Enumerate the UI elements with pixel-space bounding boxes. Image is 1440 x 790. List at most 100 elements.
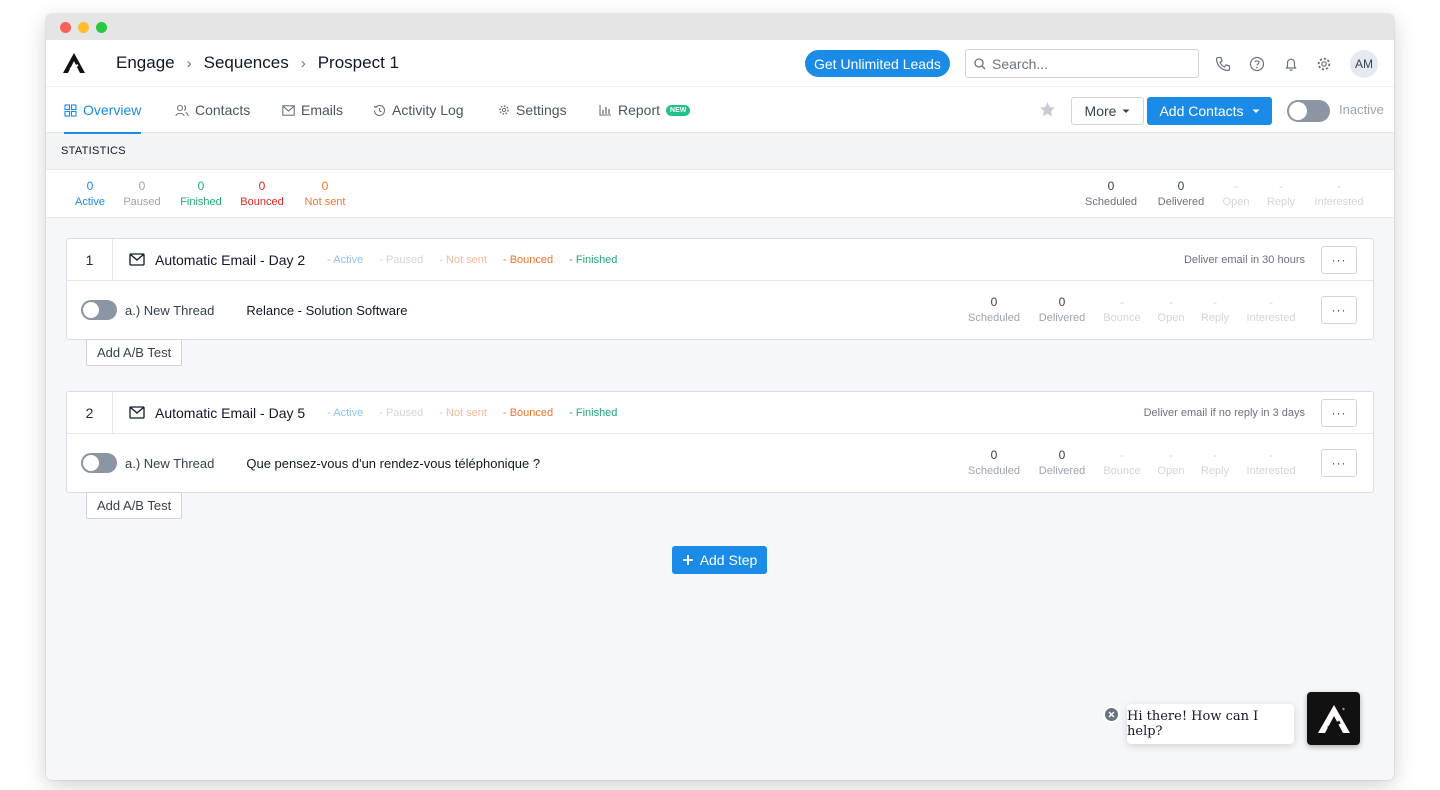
help-icon[interactable] <box>1248 55 1266 73</box>
gear-icon[interactable] <box>1315 55 1333 73</box>
stat-value: 0 <box>321 179 329 193</box>
stat-finished: 0 Finished <box>176 179 226 208</box>
bar-chart-icon <box>599 105 611 116</box>
step-menu-button[interactable]: ··· <box>1321 398 1357 427</box>
stat-value: - <box>1269 295 1273 309</box>
tab-label: Activity Log <box>392 102 464 118</box>
sequence-status-toggle[interactable] <box>1287 100 1330 122</box>
stat-open: - Open <box>1216 179 1256 208</box>
plus-icon <box>682 555 693 565</box>
stat-value: 0 <box>258 179 266 193</box>
stat-value: - <box>1337 179 1341 193</box>
history-icon <box>373 104 386 116</box>
chip-finished: - Finished <box>569 253 618 266</box>
email-subject[interactable]: Relance - Solution Software <box>246 303 407 318</box>
step-status-chips: - Active - Paused - Not sent - Bounced -… <box>327 254 617 266</box>
tab-label: Settings <box>516 102 567 118</box>
stat-value: 0 <box>990 448 998 462</box>
phone-icon[interactable] <box>1214 55 1232 73</box>
stat-scheduled: 0 Scheduled <box>1081 179 1141 208</box>
mail-icon <box>129 253 145 266</box>
tab-activity-log[interactable]: Activity Log <box>373 87 464 133</box>
deliver-info: Deliver email in 30 hours <box>1183 253 1305 266</box>
tab-overview[interactable]: Overview <box>64 87 142 134</box>
step-number: 2 <box>67 391 113 434</box>
variant-menu-button[interactable]: ··· <box>1321 296 1357 324</box>
variant-stat-open: - Open <box>1150 295 1192 324</box>
sequence-step: 2 Automatic Email - Day 5 - Active - Pau… <box>66 391 1374 493</box>
status-label: Inactive <box>1339 102 1384 117</box>
search-box[interactable] <box>965 49 1199 78</box>
email-subject[interactable]: Que pensez-vous d'un rendez-vous télépho… <box>246 456 540 471</box>
tab-settings[interactable]: Settings <box>498 87 567 133</box>
stat-label: Reply <box>1200 312 1230 324</box>
stat-value: 0 <box>138 179 146 193</box>
stat-value: - <box>1213 295 1217 309</box>
chip-active: - Active <box>327 406 364 419</box>
stat-label: Finished <box>180 196 222 208</box>
stat-value: 0 <box>1058 295 1066 309</box>
close-window-button[interactable] <box>60 21 71 33</box>
bell-icon[interactable] <box>1282 55 1300 73</box>
toggle-knob <box>83 455 99 471</box>
maximize-window-button[interactable] <box>96 21 107 33</box>
add-ab-test-button[interactable]: Add A/B Test <box>86 339 183 366</box>
add-contacts-button[interactable]: Add Contacts <box>1147 97 1272 125</box>
search-icon <box>974 57 986 69</box>
step-title[interactable]: Automatic Email - Day 2 <box>129 252 305 268</box>
stat-label: Bounce <box>1103 465 1141 477</box>
chat-bubble[interactable]: Hi there! How can I help? <box>1127 704 1294 744</box>
step-title[interactable]: Automatic Email - Day 5 <box>129 405 305 421</box>
variant-stat-scheduled: 0 Scheduled <box>963 295 1025 324</box>
mail-icon <box>129 406 145 419</box>
stat-label: Paused <box>123 196 161 208</box>
thread-toggle-group: a.) New Thread <box>81 300 214 320</box>
stat-value: - <box>1213 448 1217 462</box>
stat-value: - <box>1169 295 1173 309</box>
tab-contacts[interactable]: Contacts <box>175 87 250 133</box>
add-ab-test-button[interactable]: Add A/B Test <box>86 492 183 519</box>
app-window: Engage › Sequences › Prospect 1 Get Unli… <box>46 14 1394 780</box>
caret-down-icon <box>1252 109 1260 113</box>
more-button[interactable]: More <box>1071 97 1144 125</box>
variant-menu-button[interactable]: ··· <box>1321 449 1357 477</box>
stat-label: Scheduled <box>1085 196 1137 208</box>
get-unlimited-leads-button[interactable]: Get Unlimited Leads <box>805 50 950 77</box>
chevron-right-icon: › <box>186 54 192 72</box>
step-menu-button[interactable]: ··· <box>1321 245 1357 274</box>
stat-value: - <box>1269 448 1273 462</box>
tab-emails[interactable]: Emails <box>282 87 343 133</box>
grid-icon <box>64 103 77 117</box>
variant-stat-delivered: 0 Delivered <box>1031 448 1093 477</box>
app-logo-icon[interactable] <box>62 51 86 75</box>
window-titlebar <box>46 14 1394 40</box>
tab-label: Emails <box>301 102 344 118</box>
stat-label: Scheduled <box>968 465 1020 477</box>
tab-label: Overview <box>83 102 142 118</box>
stat-label: Bounced <box>240 196 284 208</box>
stat-label: Open <box>1157 465 1185 477</box>
chat-launcher-logo-icon[interactable] <box>1307 692 1360 745</box>
thread-toggle-group: a.) New Thread <box>81 453 214 473</box>
stat-reply: - Reply <box>1261 179 1301 208</box>
minimize-window-button[interactable] <box>78 21 89 33</box>
avatar[interactable]: AM <box>1350 50 1378 78</box>
search-input[interactable] <box>992 55 1182 72</box>
top-header: Engage › Sequences › Prospect 1 Get Unli… <box>46 40 1394 87</box>
stat-value: 0 <box>1107 179 1115 193</box>
chat-close-icon[interactable] <box>1103 706 1120 723</box>
stat-label: Open <box>1222 196 1250 208</box>
variant-toggle[interactable] <box>81 453 117 473</box>
stat-label: Reply <box>1200 465 1230 477</box>
star-icon[interactable] <box>1039 101 1056 123</box>
step-header: 1 Automatic Email - Day 2 - Active - Pau… <box>67 238 1373 281</box>
stat-value: 0 <box>1177 179 1185 193</box>
step-header: 2 Automatic Email - Day 5 - Active - Pau… <box>67 391 1373 434</box>
tab-report[interactable]: Report NEW <box>599 87 691 133</box>
breadcrumb-engage[interactable]: Engage <box>116 53 175 73</box>
stat-paused: 0 Paused <box>120 179 164 208</box>
thread-label: a.) New Thread <box>125 302 215 318</box>
add-step-button[interactable]: Add Step <box>672 546 767 574</box>
variant-toggle[interactable] <box>81 300 117 320</box>
breadcrumb-sequences[interactable]: Sequences <box>204 53 289 73</box>
